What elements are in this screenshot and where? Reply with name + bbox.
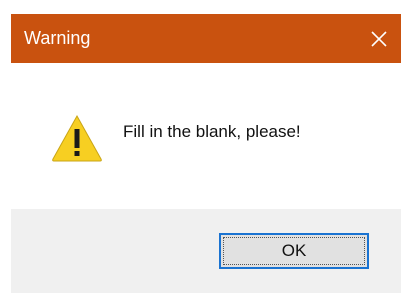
ok-button-label: OK (281, 241, 307, 260)
warning-dialog: Warning Fill in the blank, please! OK (0, 0, 401, 293)
close-button[interactable] (357, 14, 401, 63)
title-bar: Warning (11, 14, 401, 63)
close-icon (371, 30, 387, 47)
message-text: Fill in the blank, please! (123, 122, 301, 141)
window-title: Warning (24, 28, 91, 48)
dialog-content: Fill in the blank, please! (11, 63, 401, 209)
button-bar: OK (11, 209, 401, 293)
ok-button[interactable]: OK (219, 233, 369, 269)
warning-icon (51, 113, 103, 163)
